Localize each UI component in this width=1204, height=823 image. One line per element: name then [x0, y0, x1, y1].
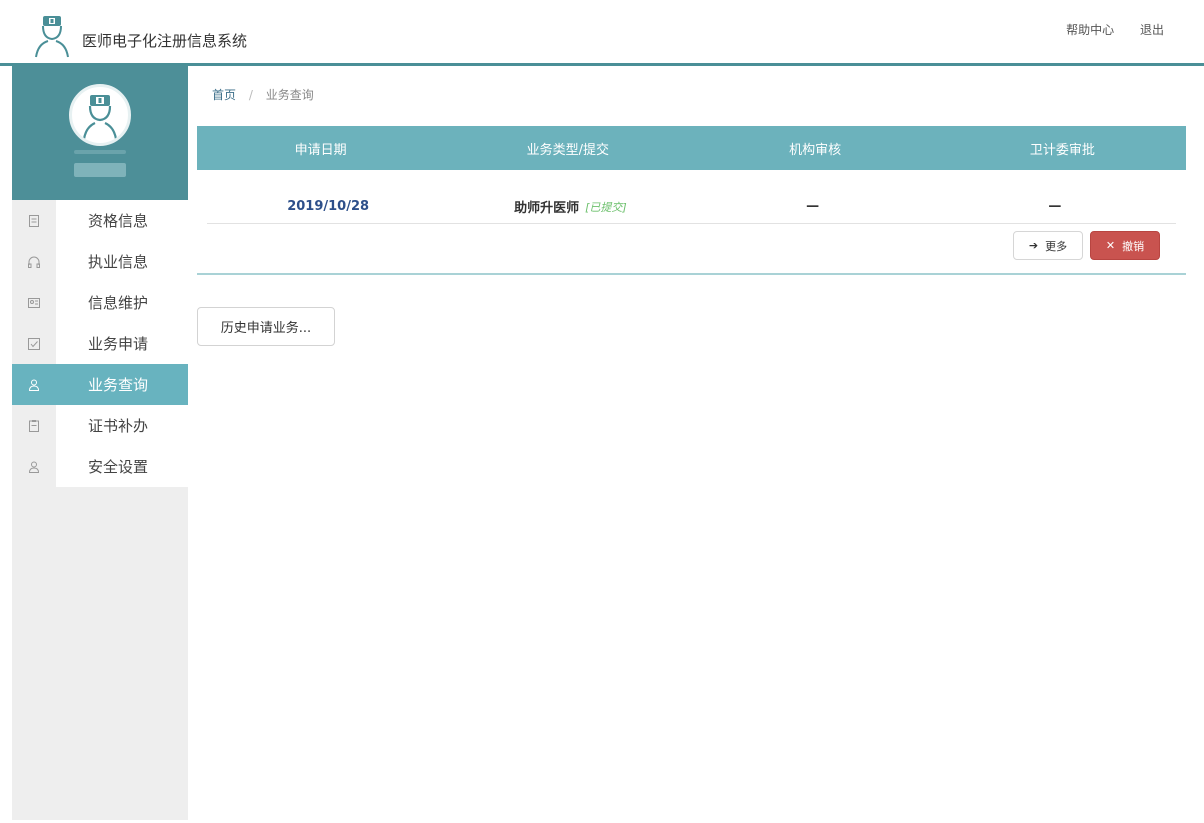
close-icon: ✕ [1105, 239, 1116, 252]
sidebar-item-label: 业务申请 [56, 323, 188, 364]
cell-date[interactable]: 2019/10/28 [207, 190, 449, 223]
table-row: 2019/10/28 助师升医师 [已提交] — — [207, 190, 1176, 224]
clipboard-icon [12, 405, 56, 446]
user-icon [12, 446, 56, 487]
user-icon [12, 364, 56, 405]
sidebar-item-label: 执业信息 [56, 241, 188, 282]
business-type-text: 助师升医师 [514, 201, 580, 216]
sidebar-item-label: 业务查询 [56, 364, 188, 405]
arrow-right-icon: ➔ [1028, 239, 1039, 252]
cell-business-type: 助师升医师 [已提交] [449, 190, 691, 223]
logout-link[interactable]: 退出 [1140, 23, 1164, 37]
breadcrumb-current: 业务查询 [265, 88, 314, 102]
column-header-type: 业务类型/提交 [526, 142, 610, 158]
more-button[interactable]: ➔ 更多 [1013, 231, 1083, 260]
cell-org-review: — [806, 199, 820, 214]
help-center-link[interactable]: 帮助中心 [1066, 23, 1114, 37]
top-links: 帮助中心 退出 [1044, 21, 1164, 38]
breadcrumb-home-link[interactable]: 首页 [212, 88, 236, 102]
id-card-icon [12, 282, 56, 323]
headphones-icon [12, 241, 56, 282]
sidebar-item-certificate[interactable]: 证书补办 [12, 405, 188, 446]
sidebar-item-label: 证书补办 [56, 405, 188, 446]
sidebar-menu: 资格信息 执业信息 信息维护 业务申请 业务查询 证书补办 安全设置 [12, 200, 188, 487]
breadcrumb: 首页 / 业务查询 [212, 86, 314, 103]
username-placeholder [74, 163, 126, 177]
sidebar-item-label: 资格信息 [56, 200, 188, 241]
cell-approval: — [1048, 199, 1062, 214]
avatar [69, 84, 131, 146]
column-header-approval: 卫计委审批 [1029, 142, 1095, 158]
section-divider [197, 273, 1186, 275]
column-header-date: 申请日期 [294, 142, 347, 158]
breadcrumb-separator: / [248, 88, 253, 102]
sidebar-item-practice[interactable]: 执业信息 [12, 241, 188, 282]
doctor-logo-icon [30, 14, 74, 58]
sidebar-item-label: 安全设置 [56, 446, 188, 487]
sidebar-item-query[interactable]: 业务查询 [12, 364, 188, 405]
more-button-label: 更多 [1045, 239, 1068, 253]
cancel-button[interactable]: ✕ 撤销 [1090, 231, 1160, 260]
cancel-button-label: 撤销 [1122, 239, 1145, 253]
sidebar: 资格信息 执业信息 信息维护 业务申请 业务查询 证书补办 安全设置 [12, 66, 188, 820]
status-badge: [已提交] [585, 200, 627, 214]
document-icon [12, 200, 56, 241]
column-header-org-review: 机构审核 [789, 142, 842, 158]
sidebar-item-application[interactable]: 业务申请 [12, 323, 188, 364]
checkbox-icon [12, 323, 56, 364]
profile-divider [74, 150, 126, 154]
sidebar-item-qualification[interactable]: 资格信息 [12, 200, 188, 241]
user-profile [12, 66, 188, 200]
history-applications-button[interactable]: 历史申请业务... [197, 307, 335, 346]
table-header: 申请日期 业务类型/提交 机构审核 卫计委审批 [197, 126, 1186, 170]
sidebar-item-maintenance[interactable]: 信息维护 [12, 282, 188, 323]
sidebar-item-label: 信息维护 [56, 282, 188, 323]
app-title: 医师电子化注册信息系统 [82, 32, 248, 50]
app-header: 医师电子化注册信息系统 帮助中心 退出 [0, 0, 1204, 66]
sidebar-item-security[interactable]: 安全设置 [12, 446, 188, 487]
